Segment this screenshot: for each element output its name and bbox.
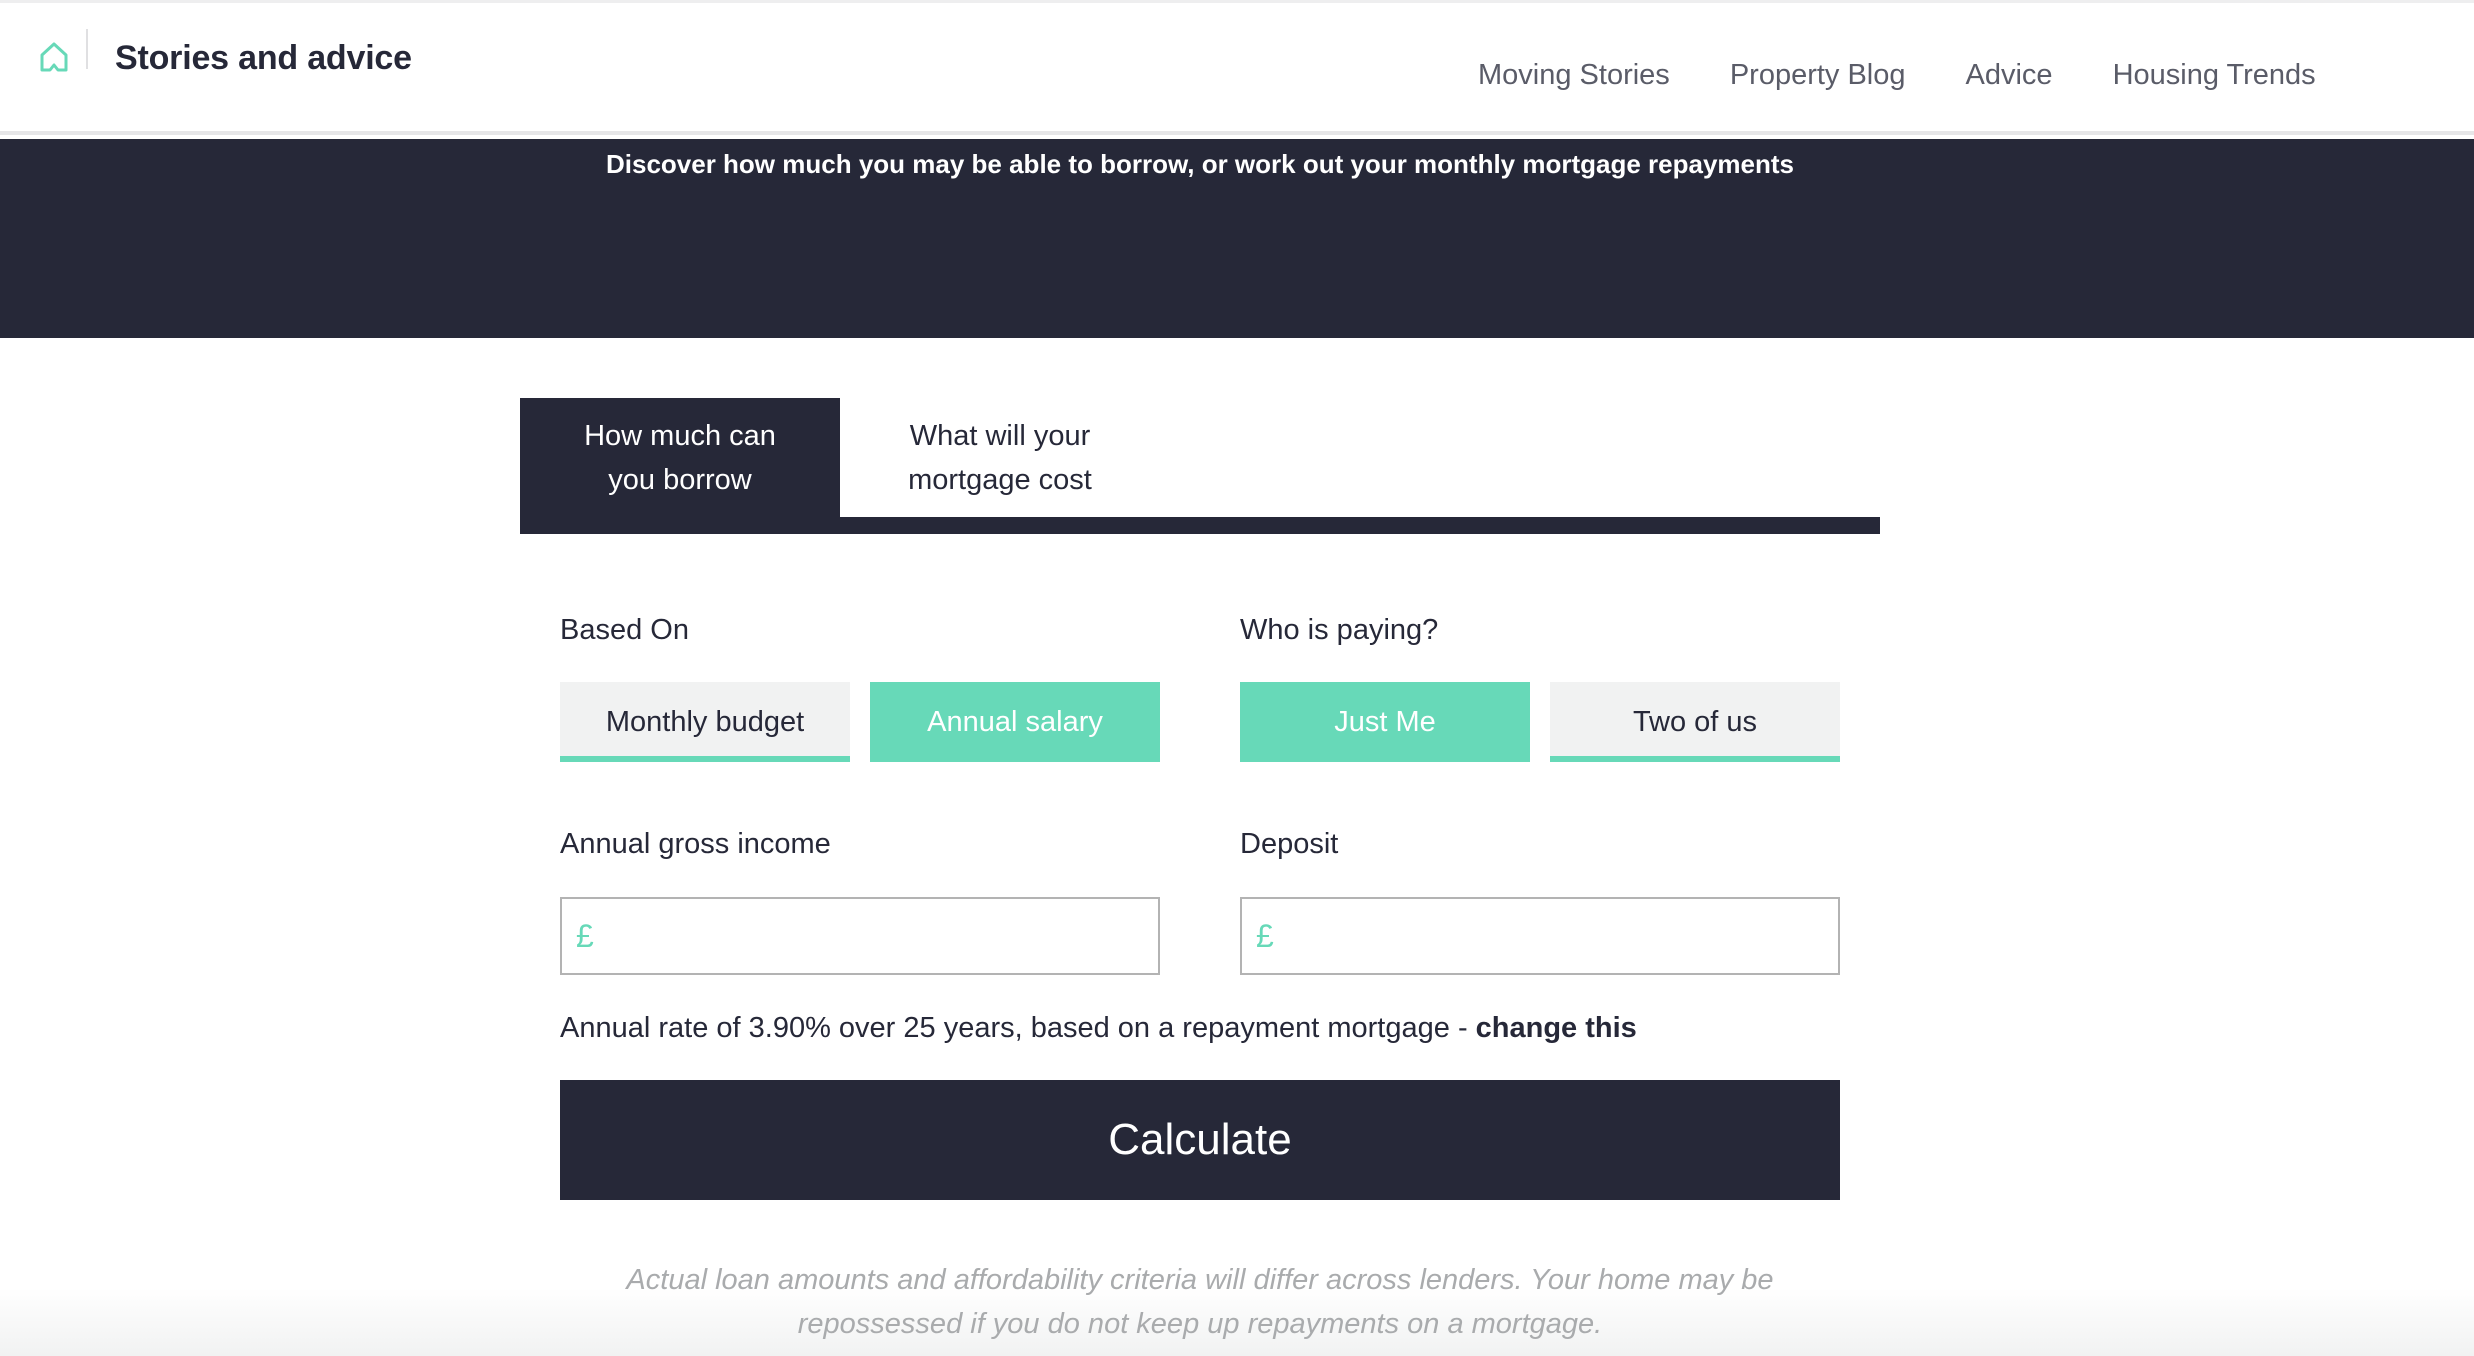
nav-housing-trends[interactable]: Housing Trends [2113, 55, 2316, 95]
tab-label: How much can you borrow [584, 419, 776, 496]
annual-income-field[interactable]: £ [560, 897, 1160, 975]
annual-income-input[interactable] [601, 906, 1158, 966]
nav-advice[interactable]: Advice [1966, 55, 2053, 95]
just-me-button[interactable]: Just Me [1240, 682, 1530, 762]
header-divider [86, 29, 88, 69]
calculate-button[interactable]: Calculate [560, 1080, 1840, 1200]
who-is-paying-label: Who is paying? [1240, 614, 1439, 646]
monthly-budget-button[interactable]: Monthly budget [560, 682, 850, 762]
based-on-label: Based On [560, 614, 689, 646]
main-nav: Moving Stories Property Blog Advice Hous… [1478, 55, 2316, 95]
pound-icon: £ [1256, 917, 1274, 954]
deposit-field[interactable]: £ [1240, 897, 1840, 975]
nav-moving-stories[interactable]: Moving Stories [1478, 55, 1670, 95]
two-of-us-button[interactable]: Two of us [1550, 682, 1840, 762]
rate-info: Annual rate of 3.90% over 25 years, base… [560, 1010, 1637, 1046]
tab-what-will-your-mortgage-cost[interactable]: What will your mortgage cost [840, 398, 1160, 517]
annual-income-label: Annual gross income [560, 828, 831, 860]
disclaimer-text: Actual loan amounts and affordability cr… [626, 1264, 1774, 1340]
annual-salary-button[interactable]: Annual salary [870, 682, 1160, 762]
hero-banner: Discover how much you may be able to bor… [0, 139, 2474, 338]
site-title[interactable]: Stories and advice [115, 37, 412, 79]
deposit-input[interactable] [1281, 906, 1838, 966]
deposit-label: Deposit [1240, 828, 1339, 860]
tab-how-much-can-you-borrow[interactable]: How much can you borrow [520, 398, 840, 517]
change-rate-link[interactable]: change this [1476, 1012, 1637, 1044]
tabs-underline [520, 517, 1880, 534]
home-icon[interactable] [38, 41, 70, 73]
rate-text: Annual rate of 3.90% over 25 years, base… [560, 1012, 1476, 1044]
site-header: Stories and advice Moving Stories Proper… [0, 3, 2474, 135]
hero-subtitle: Discover how much you may be able to bor… [605, 149, 1795, 179]
tab-label: What will your mortgage cost [908, 419, 1092, 496]
calculator-tabs: How much can you borrow What will your m… [520, 398, 1880, 534]
nav-property-blog[interactable]: Property Blog [1730, 55, 1906, 95]
pound-icon: £ [576, 917, 594, 954]
